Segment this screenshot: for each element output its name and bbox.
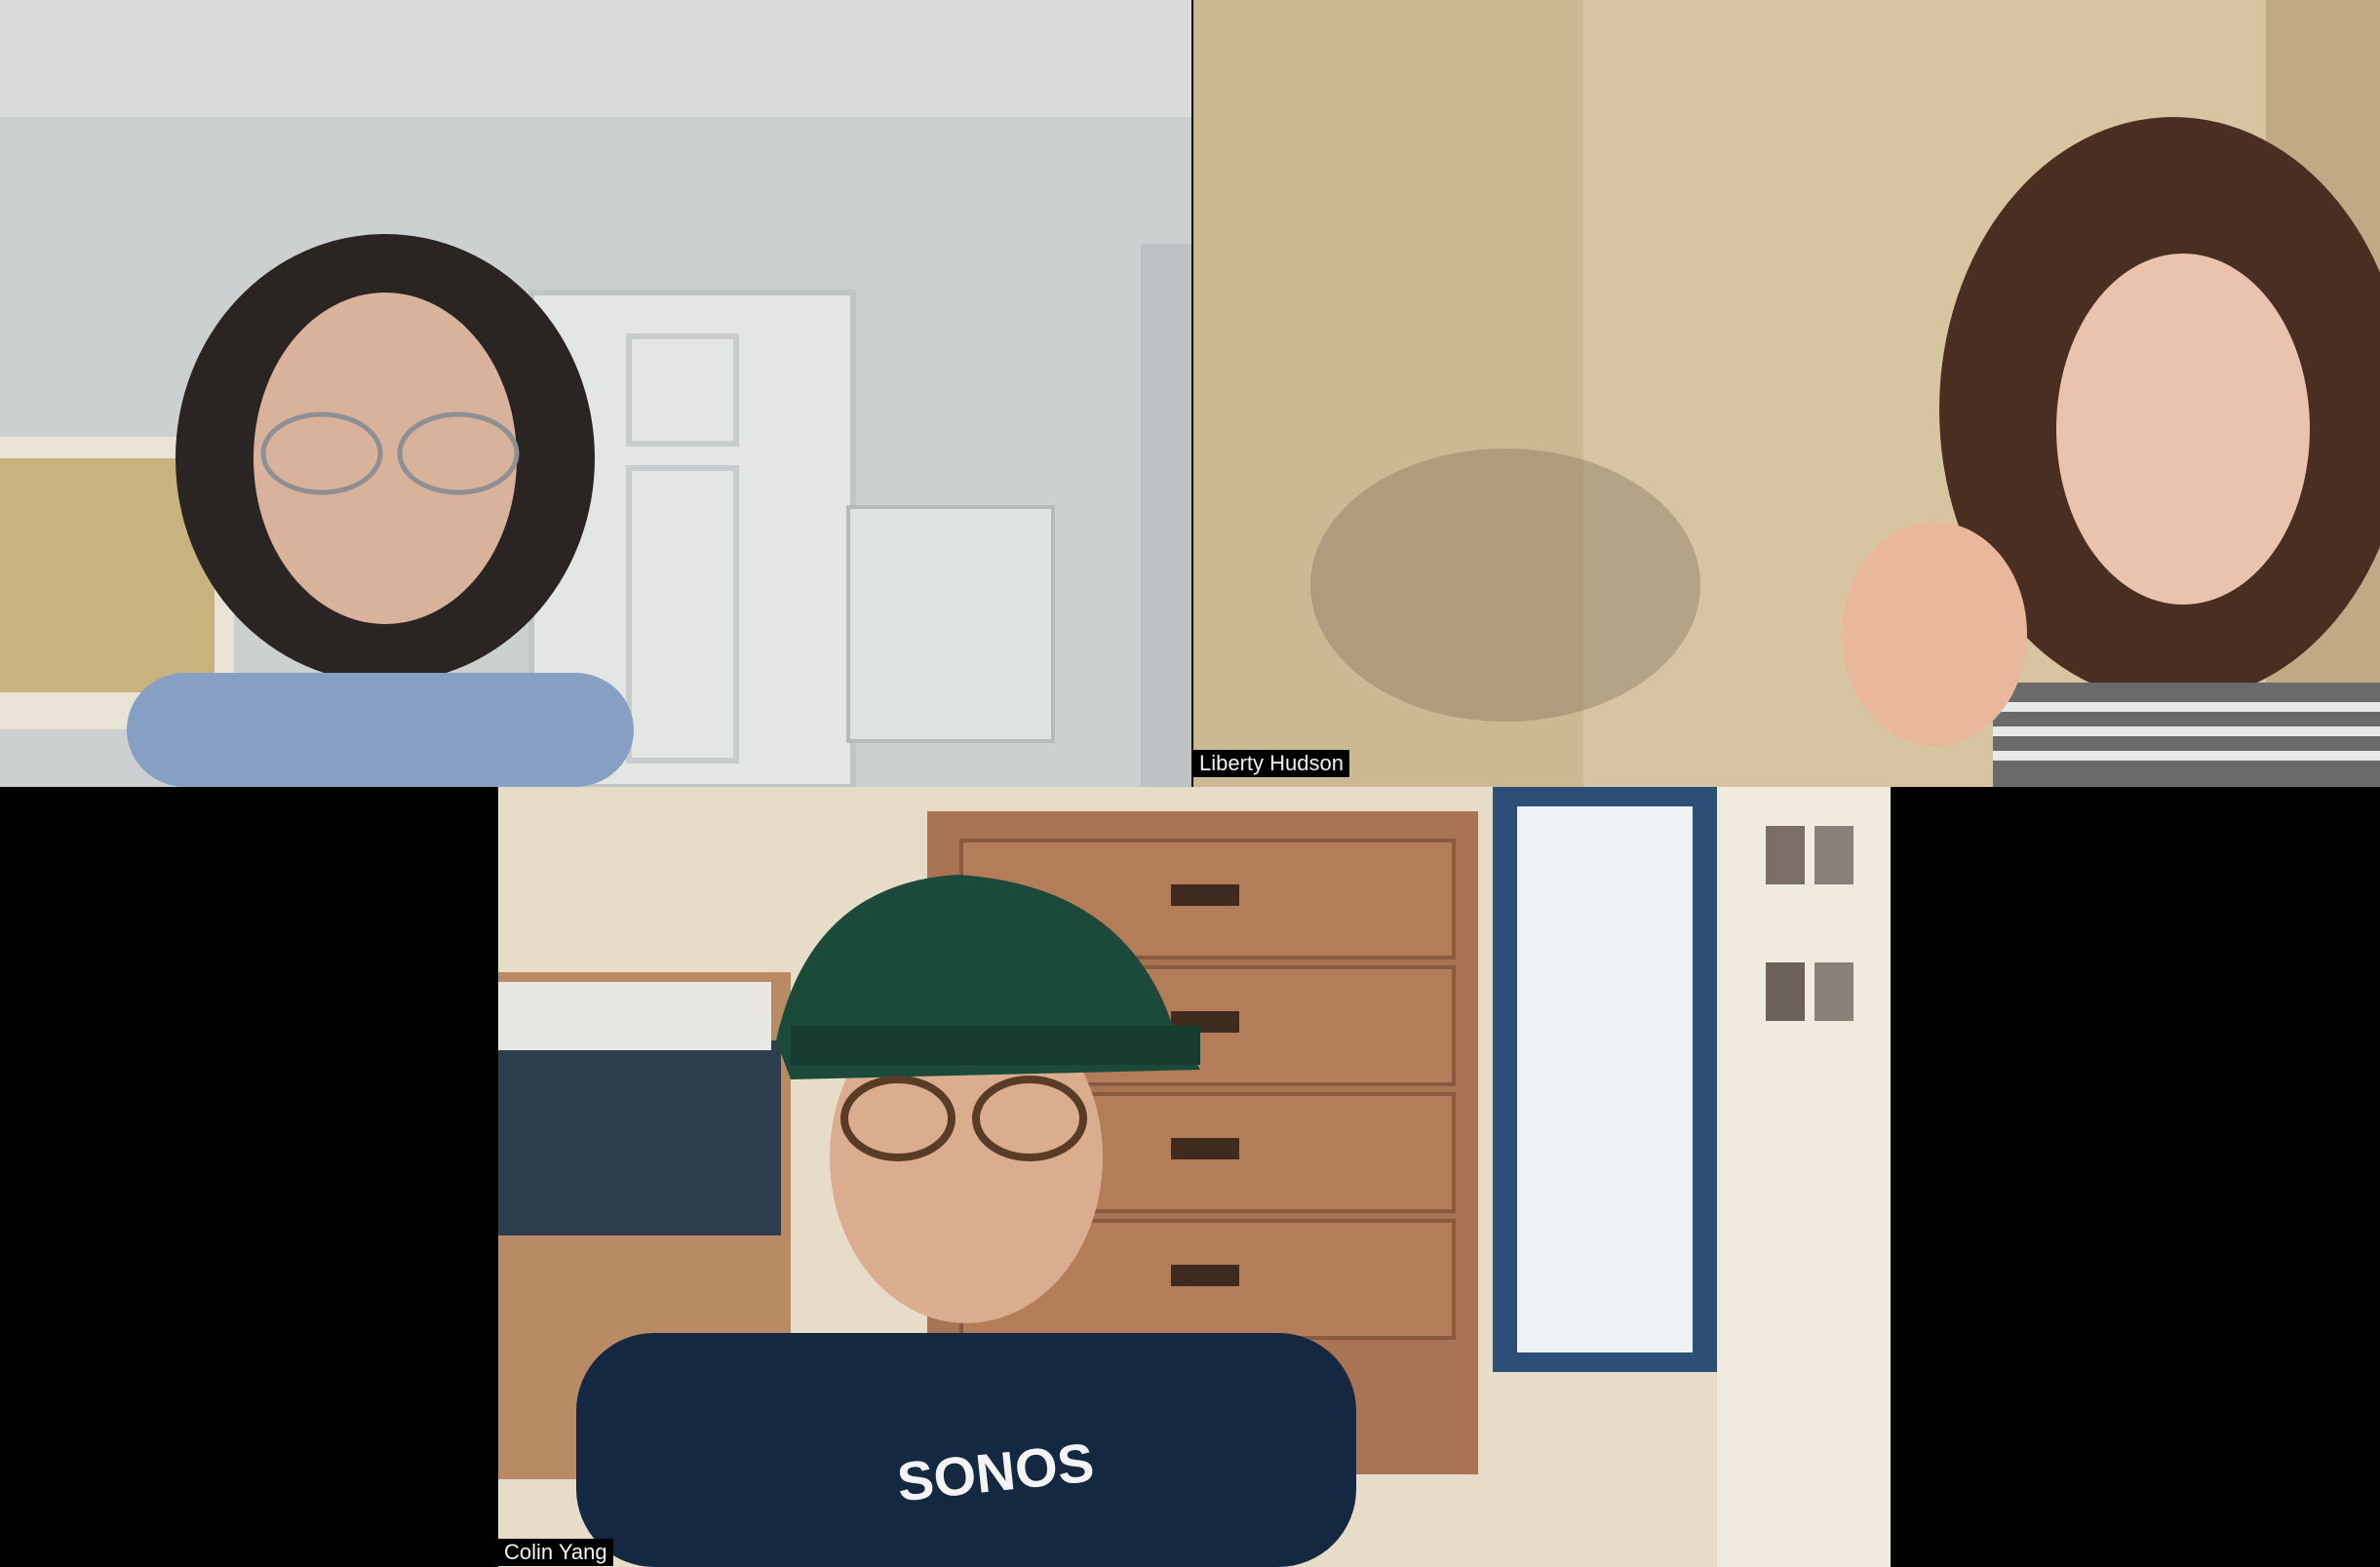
video-tile-participant-2[interactable] xyxy=(1193,0,2380,787)
participant-2-video-feed xyxy=(1193,0,2380,787)
participant-1-video-feed xyxy=(0,0,1191,787)
video-tile-participant-1[interactable] xyxy=(0,0,1191,787)
participant-3-video-feed xyxy=(498,787,1891,1567)
participant-3-name-label: Colin Yang xyxy=(498,1539,613,1566)
participant-2-name-label: Liberty Hudson xyxy=(1193,750,1349,777)
video-tile-participant-3[interactable]: SONOS xyxy=(498,787,1891,1567)
